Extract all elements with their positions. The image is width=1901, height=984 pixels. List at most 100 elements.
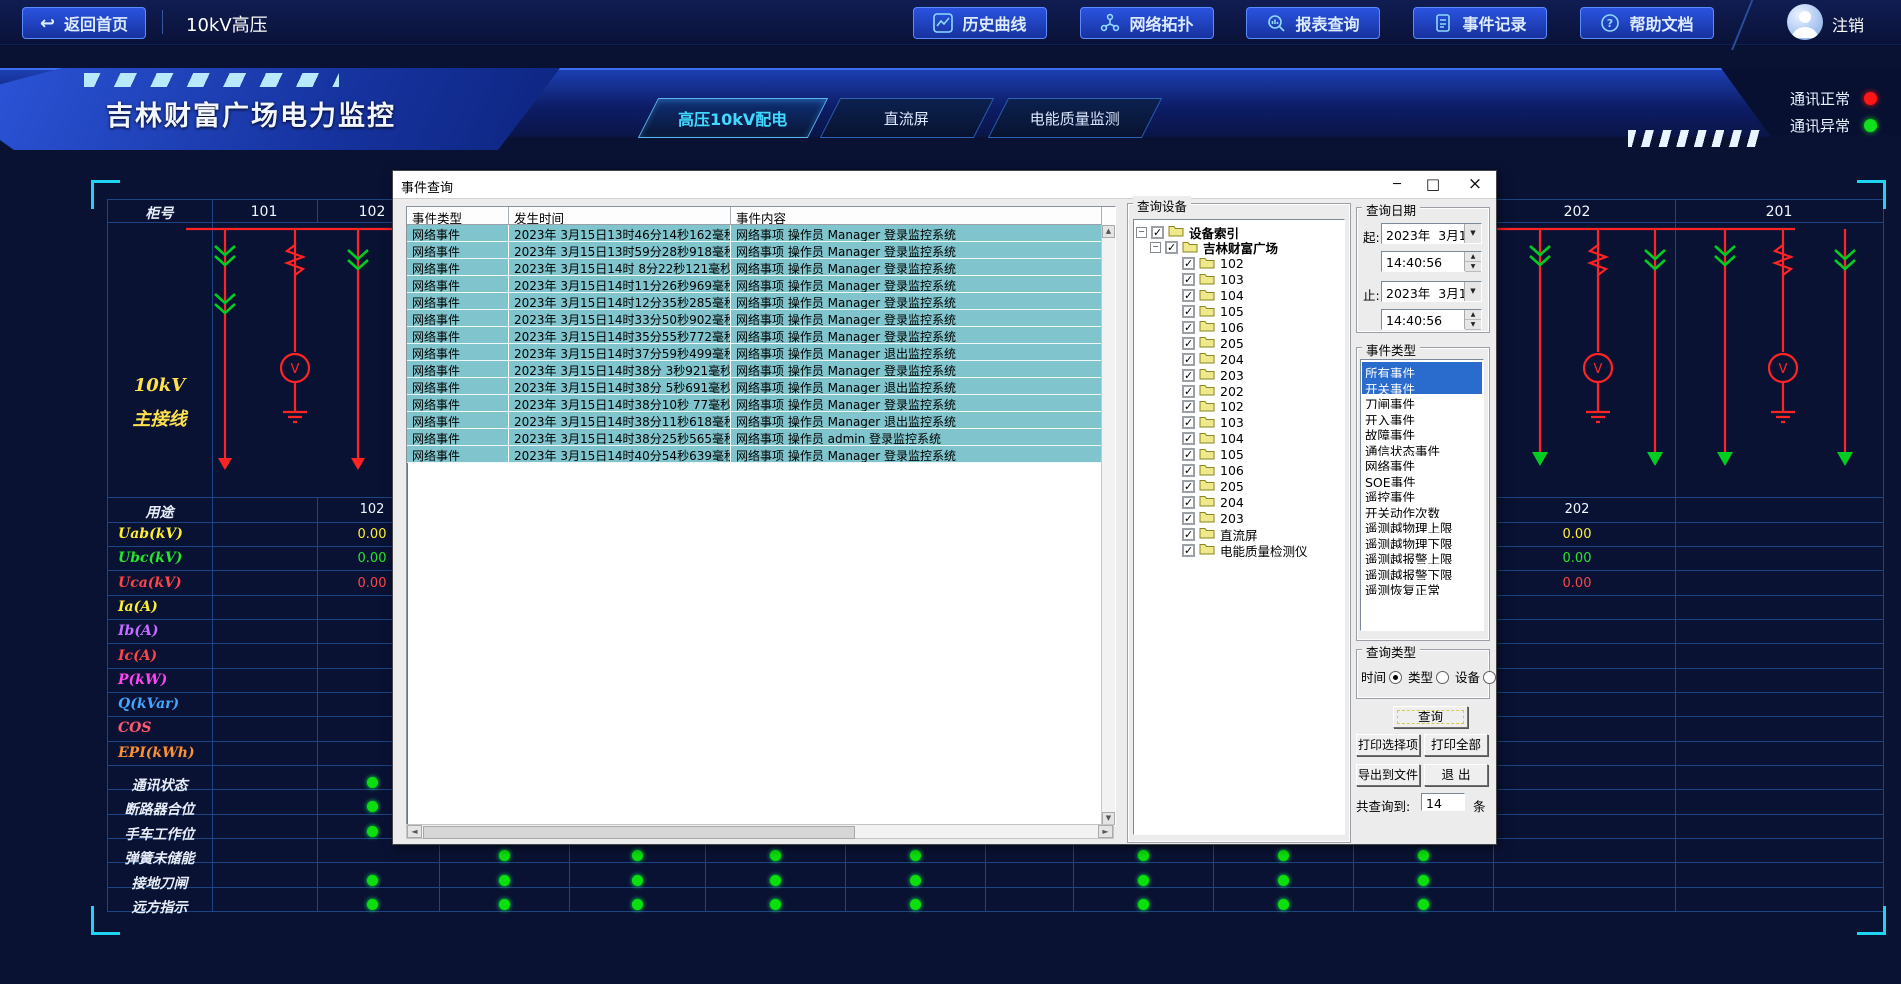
tree-item[interactable]: ✓205 bbox=[1182, 478, 1244, 494]
tree-item[interactable]: ✓105 bbox=[1182, 304, 1244, 320]
tree-item[interactable]: ✓102 bbox=[1182, 256, 1244, 272]
tree-item[interactable]: ✓203 bbox=[1182, 367, 1244, 383]
tree-checkbox-checked[interactable]: ✓ bbox=[1182, 400, 1195, 413]
event-table-row[interactable]: 网络事件2023年 3月15日14时12分35秒285毫秒网络事项 操作员 Ma… bbox=[407, 293, 1115, 310]
tree-checkbox-checked[interactable]: ✓ bbox=[1182, 512, 1195, 525]
event-table-hscrollbar[interactable]: ◄ ► bbox=[406, 824, 1114, 839]
tree-checkbox-checked[interactable]: ✓ bbox=[1182, 448, 1195, 461]
tree-checkbox-checked[interactable]: ✓ bbox=[1182, 496, 1195, 509]
event-table-row[interactable]: 网络事件2023年 3月15日14时38分11秒618毫秒网络事项 操作员 Ma… bbox=[407, 412, 1115, 429]
event-table-row[interactable]: 网络事件2023年 3月15日14时11分26秒969毫秒网络事项 操作员 Ma… bbox=[407, 276, 1115, 293]
event-table-row[interactable]: 网络事件2023年 3月15日14时38分 3秒921毫秒网络事项 操作员 Ma… bbox=[407, 361, 1115, 378]
date-to-combobox[interactable]: 2023年 3月15日 ▼ bbox=[1381, 281, 1482, 302]
event-type-option[interactable]: 遥测越物理上限 bbox=[1362, 517, 1482, 533]
event-type-option[interactable]: 故障事件 bbox=[1362, 424, 1482, 440]
time-to-spinner[interactable]: 14:40:56 ▲▼ bbox=[1381, 309, 1482, 330]
event-type-option[interactable]: 网络事件 bbox=[1362, 455, 1482, 471]
tree-item[interactable]: ✓205 bbox=[1182, 335, 1244, 351]
radio-selected[interactable] bbox=[1389, 671, 1402, 684]
query-button[interactable]: 查询 bbox=[1393, 706, 1468, 728]
tree-expander-icon[interactable]: − bbox=[1136, 227, 1147, 238]
radio-unselected[interactable] bbox=[1483, 671, 1496, 684]
dropdown-icon[interactable]: ▼ bbox=[1464, 224, 1481, 243]
print-all-button[interactable]: 打印全部 bbox=[1424, 734, 1488, 756]
export-button[interactable]: 导出到文件 bbox=[1356, 764, 1420, 786]
tree-checkbox-checked[interactable]: ✓ bbox=[1182, 369, 1195, 382]
tree-item[interactable]: ✓202 bbox=[1182, 383, 1244, 399]
tree-item[interactable]: ✓105 bbox=[1182, 447, 1244, 463]
radio-unselected[interactable] bbox=[1436, 671, 1449, 684]
tree-checkbox-checked[interactable]: ✓ bbox=[1165, 241, 1178, 254]
event-table-row[interactable]: 网络事件2023年 3月15日14时35分55秒772毫秒网络事项 操作员 Ma… bbox=[407, 327, 1115, 344]
tree-checkbox-checked[interactable]: ✓ bbox=[1182, 321, 1195, 334]
tree-checkbox-checked[interactable]: ✓ bbox=[1182, 480, 1195, 493]
date-from-combobox[interactable]: 2023年 3月14日 ▼ bbox=[1381, 223, 1482, 244]
dropdown-icon[interactable]: ▼ bbox=[1464, 282, 1481, 301]
event-type-option[interactable]: 遥测越报警下限 bbox=[1362, 564, 1482, 580]
event-table-row[interactable]: 网络事件2023年 3月15日14时40分54秒639毫秒网络事项 操作员 Ma… bbox=[407, 446, 1115, 463]
tree-checkbox-checked[interactable]: ✓ bbox=[1182, 464, 1195, 477]
tree-item[interactable]: ✓电能质量检测仪 bbox=[1182, 542, 1308, 558]
event-column-header[interactable]: 事件内容 bbox=[731, 207, 1102, 225]
event-type-option[interactable]: 遥测越报警上限 bbox=[1362, 548, 1482, 564]
event-type-option[interactable]: 遥测越物理下限 bbox=[1362, 533, 1482, 549]
spin-up-icon[interactable]: ▲ bbox=[1465, 310, 1481, 320]
event-table-vscrollbar[interactable]: ▲ ▼ bbox=[1101, 225, 1115, 825]
event-type-option[interactable]: 遥测恢复正常 bbox=[1362, 579, 1482, 595]
tree-item[interactable]: ✓204 bbox=[1182, 494, 1244, 510]
tree-checkbox-checked[interactable]: ✓ bbox=[1182, 544, 1195, 557]
exit-button[interactable]: 退 出 bbox=[1424, 764, 1488, 786]
scroll-up-icon[interactable]: ▲ bbox=[1102, 225, 1115, 238]
event-table-row[interactable]: 网络事件2023年 3月15日14时38分10秒 77毫秒网络事项 操作员 Ma… bbox=[407, 395, 1115, 412]
spin-up-icon[interactable]: ▲ bbox=[1465, 252, 1481, 262]
tree-checkbox-checked[interactable]: ✓ bbox=[1182, 385, 1195, 398]
tree-item[interactable]: ✓102 bbox=[1182, 399, 1244, 415]
tree-expander-icon[interactable]: − bbox=[1150, 242, 1161, 253]
maximize-icon[interactable]: □ bbox=[1419, 174, 1447, 195]
dialog-titlebar[interactable]: 事件查询 ─ □ × bbox=[393, 171, 1496, 199]
tree-checkbox-checked[interactable]: ✓ bbox=[1182, 305, 1195, 318]
print-selected-button[interactable]: 打印选择项 bbox=[1356, 734, 1420, 756]
hscroll-thumb[interactable] bbox=[423, 826, 855, 839]
spin-down-icon[interactable]: ▼ bbox=[1465, 320, 1481, 330]
event-table-row[interactable]: 网络事件2023年 3月15日14时33分50秒902毫秒网络事项 操作员 Ma… bbox=[407, 310, 1115, 327]
event-type-option-selected[interactable]: 所有事件 bbox=[1362, 362, 1482, 378]
scroll-left-icon[interactable]: ◄ bbox=[407, 825, 422, 838]
minimize-icon[interactable]: ─ bbox=[1383, 174, 1411, 195]
tree-checkbox-checked[interactable]: ✓ bbox=[1182, 353, 1195, 366]
event-column-header[interactable]: 事件类型 bbox=[407, 207, 509, 225]
event-table-row[interactable]: 网络事件2023年 3月15日14时38分 5秒691毫秒网络事项 操作员 Ma… bbox=[407, 378, 1115, 395]
tree-item[interactable]: ✓104 bbox=[1182, 431, 1244, 447]
tree-item[interactable]: −✓吉林财富广场 bbox=[1150, 240, 1278, 256]
event-column-header[interactable]: 发生时间 bbox=[509, 207, 731, 225]
event-table-row[interactable]: 网络事件2023年 3月15日14时38分25秒565毫秒网络事项 操作员 ad… bbox=[407, 429, 1115, 446]
close-icon[interactable]: × bbox=[1461, 174, 1489, 195]
tree-item[interactable]: ✓103 bbox=[1182, 415, 1244, 431]
tree-item[interactable]: ✓106 bbox=[1182, 463, 1244, 479]
tree-item[interactable]: ✓104 bbox=[1182, 288, 1244, 304]
time-from-spinner[interactable]: 14:40:56 ▲▼ bbox=[1381, 251, 1482, 272]
event-type-option[interactable]: 通信状态事件 bbox=[1362, 440, 1482, 456]
event-type-option[interactable]: 刀闸事件 bbox=[1362, 393, 1482, 409]
event-table-row[interactable]: 网络事件2023年 3月15日14时 8分22秒121毫秒网络事项 操作员 Ma… bbox=[407, 259, 1115, 276]
tree-checkbox-checked[interactable]: ✓ bbox=[1182, 289, 1195, 302]
tree-checkbox-checked[interactable]: ✓ bbox=[1151, 226, 1164, 239]
spin-down-icon[interactable]: ▼ bbox=[1465, 262, 1481, 272]
tree-item[interactable]: ✓106 bbox=[1182, 319, 1244, 335]
event-table-row[interactable]: 网络事件2023年 3月15日13时46分14秒162毫秒网络事项 操作员 Ma… bbox=[407, 225, 1115, 242]
tree-item[interactable]: ✓204 bbox=[1182, 351, 1244, 367]
event-table-row[interactable]: 网络事件2023年 3月15日14时37分59秒499毫秒网络事项 操作员 Ma… bbox=[407, 344, 1115, 361]
event-type-option[interactable]: 开入事件 bbox=[1362, 409, 1482, 425]
event-type-option-selected[interactable]: 开关事件 bbox=[1362, 378, 1482, 394]
tree-checkbox-checked[interactable]: ✓ bbox=[1182, 257, 1195, 270]
tree-checkbox-checked[interactable]: ✓ bbox=[1182, 528, 1195, 541]
tree-item[interactable]: ✓103 bbox=[1182, 272, 1244, 288]
tree-checkbox-checked[interactable]: ✓ bbox=[1182, 432, 1195, 445]
event-type-option[interactable]: 遥控事件 bbox=[1362, 486, 1482, 502]
tree-checkbox-checked[interactable]: ✓ bbox=[1182, 416, 1195, 429]
event-table-row[interactable]: 网络事件2023年 3月15日13时59分28秒918毫秒网络事项 操作员 Ma… bbox=[407, 242, 1115, 259]
event-type-option[interactable]: 开关动作次数 bbox=[1362, 502, 1482, 518]
event-type-option[interactable]: SOE事件 bbox=[1362, 471, 1482, 487]
tree-checkbox-checked[interactable]: ✓ bbox=[1182, 273, 1195, 286]
tree-checkbox-checked[interactable]: ✓ bbox=[1182, 337, 1195, 350]
